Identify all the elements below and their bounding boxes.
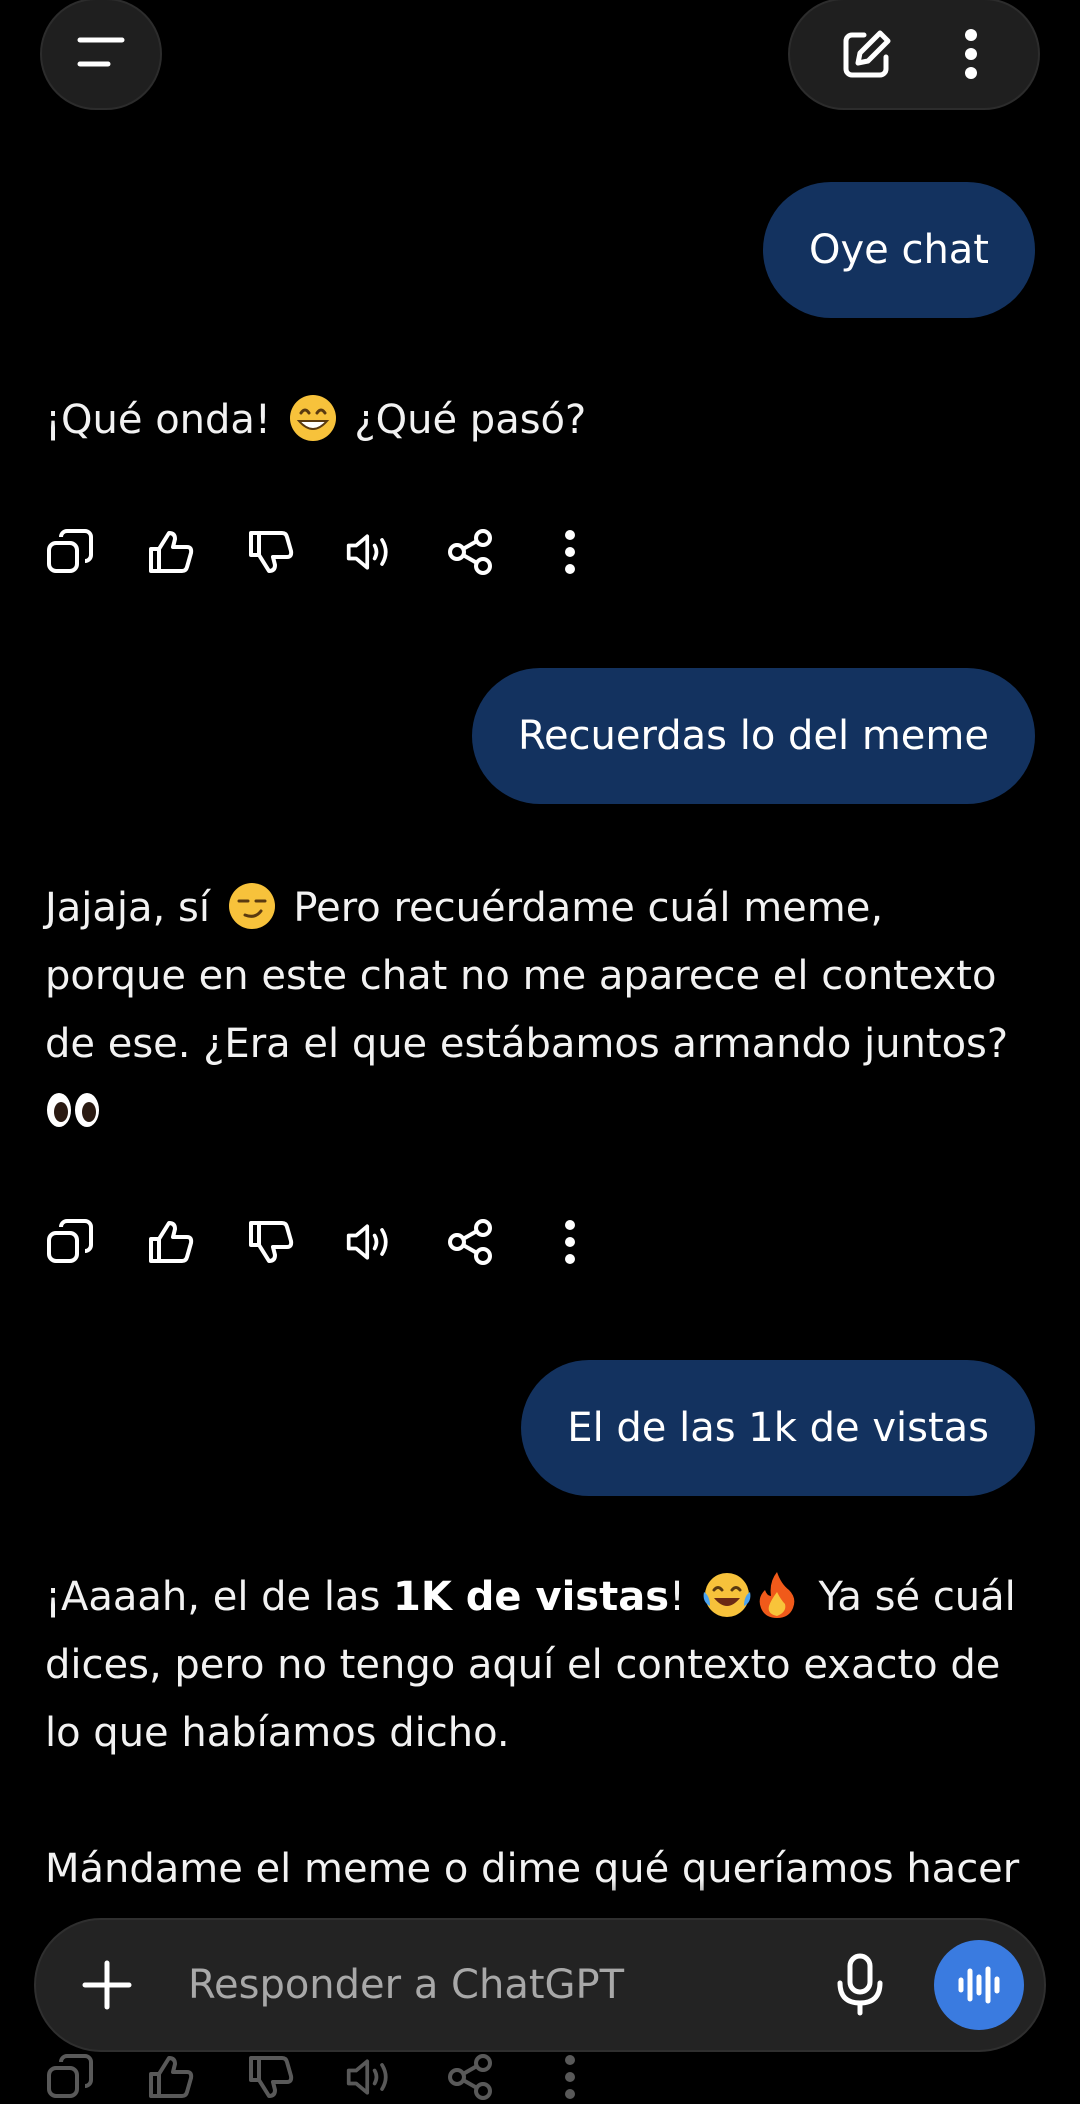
smirking-emoji-icon [228, 883, 275, 929]
more-actions-button[interactable] [545, 1217, 595, 1267]
attach-button[interactable] [76, 1954, 138, 2016]
thumbs-up-icon [149, 1221, 194, 1263]
message-actions [45, 527, 595, 577]
share-button[interactable] [445, 2052, 495, 2102]
speaker-icon [346, 2059, 388, 2095]
mic-icon [837, 1953, 883, 2016]
user-message-text: Oye chat [808, 227, 989, 273]
copy-button[interactable] [45, 2052, 95, 2102]
read-aloud-button[interactable] [345, 1217, 395, 1267]
share-button[interactable] [445, 1217, 495, 1267]
eyes-emoji-icon [47, 1093, 99, 1127]
scroll-fade [0, 1880, 1080, 1920]
grinning-emoji-icon [289, 395, 336, 441]
like-button[interactable] [145, 1217, 195, 1267]
assistant-message: ¡Aaaah, el de las 1K de vistas! Ya sé cu… [45, 1563, 1035, 1903]
menu-button[interactable] [40, 0, 162, 110]
like-button[interactable] [145, 2052, 195, 2102]
message-actions [45, 1217, 595, 1267]
dislike-button[interactable] [245, 1217, 295, 1267]
new-chat-button[interactable] [837, 24, 897, 84]
copy-icon [47, 2054, 93, 2098]
message-actions [45, 2052, 595, 2102]
thumbs-down-icon [249, 1221, 294, 1263]
share-icon [448, 1219, 492, 1265]
speaker-icon [346, 534, 388, 570]
user-message-text: Recuerdas lo del meme [517, 713, 989, 759]
more-options-button[interactable] [951, 24, 991, 84]
assistant-message: ¡Qué onda! ¿Qué pasó? [45, 386, 1035, 454]
composer-bar: Responder a ChatGPT [34, 1918, 1046, 2052]
copy-button[interactable] [45, 1217, 95, 1267]
fire-emoji-icon [759, 1572, 795, 1618]
more-actions-button[interactable] [545, 527, 595, 577]
thumbs-down-icon [249, 531, 294, 573]
copy-icon [47, 1219, 93, 1263]
more-vertical-icon [565, 530, 575, 574]
read-aloud-button[interactable] [345, 527, 395, 577]
tears-of-joy-emoji-icon [703, 1573, 751, 1617]
voice-mode-button[interactable] [934, 1940, 1024, 2030]
edit-icon [843, 30, 891, 78]
user-message-text: El de las 1k de vistas [567, 1405, 989, 1451]
user-message: El de las 1k de vistas [521, 1360, 1035, 1496]
assistant-text: ¡Aaaah, el de las [45, 1574, 394, 1620]
assistant-text: Jajaja, sí [45, 885, 210, 931]
user-message: Oye chat [762, 182, 1035, 318]
copy-icon [47, 529, 93, 573]
dislike-button[interactable] [245, 527, 295, 577]
read-aloud-button[interactable] [345, 2052, 395, 2102]
thumbs-up-icon [149, 531, 194, 573]
more-vertical-icon [565, 2055, 575, 2099]
share-icon [448, 2054, 492, 2100]
like-button[interactable] [145, 527, 195, 577]
share-icon [448, 529, 492, 575]
copy-button[interactable] [45, 527, 95, 577]
thumbs-up-icon [149, 2056, 194, 2098]
thumbs-down-icon [249, 2056, 294, 2098]
more-vertical-icon [565, 1220, 575, 1264]
assistant-text: ¡Qué onda! [45, 397, 271, 443]
speaker-icon [346, 1224, 388, 1260]
assistant-text: ! [669, 1574, 686, 1620]
assistant-bold-text: 1K de vistas [393, 1574, 670, 1620]
menu-icon [77, 37, 125, 67]
more-vertical-icon [965, 29, 977, 79]
more-actions-button[interactable] [545, 2052, 595, 2102]
dislike-button[interactable] [245, 2052, 295, 2102]
share-button[interactable] [445, 527, 495, 577]
top-actions [788, 0, 1040, 110]
user-message: Recuerdas lo del meme [471, 668, 1035, 804]
plus-icon [82, 1960, 132, 2010]
assistant-text: ¿Qué pasó? [354, 397, 587, 443]
dictation-button[interactable] [830, 1950, 890, 2020]
message-input[interactable]: Responder a ChatGPT [188, 1962, 830, 2008]
assistant-message: Jajaja, sí Pero recuérdame cuál meme, po… [45, 874, 1035, 1146]
voice-mode-icon [958, 1966, 1000, 2004]
